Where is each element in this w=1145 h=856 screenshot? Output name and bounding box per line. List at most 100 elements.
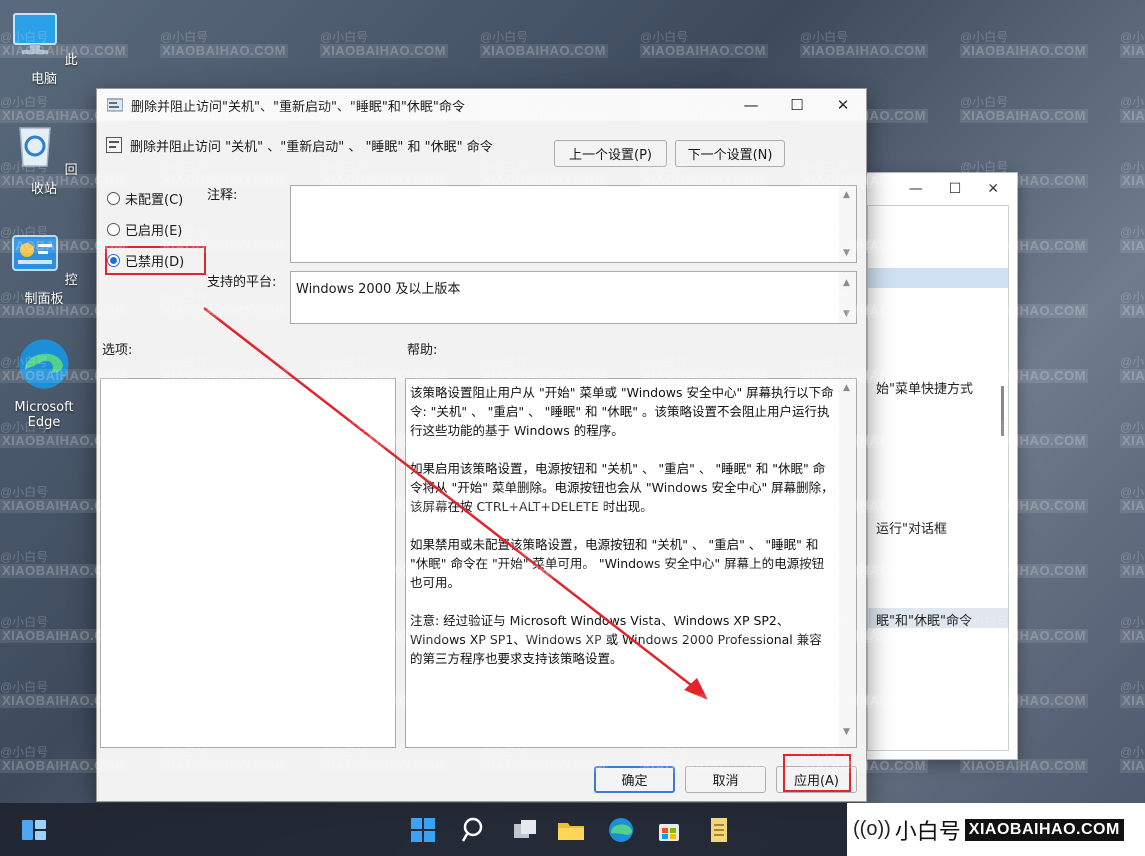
watermark-domain: XIAOBAIHAO.COM: [960, 758, 1088, 773]
scroll-down-icon[interactable]: ▼: [843, 727, 850, 737]
radio-enabled[interactable]: 已启用(E): [107, 220, 182, 239]
scroll-up-icon[interactable]: ▲: [843, 278, 850, 288]
ok-button[interactable]: 确定: [594, 766, 675, 793]
widgets-icon[interactable]: [19, 815, 49, 845]
radio-not-configured[interactable]: 未配置(C): [107, 189, 183, 208]
watermark-domain: XIAOBAIHAO.COM: [1120, 174, 1145, 188]
watermark-domain: XIAOBAIHAO.COM: [960, 108, 1088, 123]
watermark-text: @小白号: [0, 745, 49, 759]
desktop-icon-control-panel[interactable]: 控制面板: [4, 230, 84, 307]
watermark-tile: @小白号XIAOBAIHAO.COM: [1120, 225, 1145, 253]
watermark-domain: XIAOBAIHAO.COM: [640, 43, 768, 58]
watermark-domain: XIAOBAIHAO.COM: [480, 43, 608, 58]
desktop-icon-recycle-bin[interactable]: 回收站: [4, 120, 84, 197]
edge-icon[interactable]: [606, 815, 636, 845]
close-icon[interactable]: ✕: [987, 181, 999, 197]
watermark-domain: XIAOBAIHAO.COM: [1120, 759, 1145, 773]
watermark-text: @小白号: [0, 550, 49, 564]
watermark-text: @小白号: [1120, 355, 1145, 369]
previous-setting-button[interactable]: 上一个设置(P): [554, 140, 667, 167]
cancel-button[interactable]: 取消: [685, 766, 766, 793]
dialog-titlebar: 删除并阻止访问"关机"、"重新启动"、"睡眠"和"休眠"命令 — ☐ ✕: [97, 89, 866, 121]
search-icon[interactable]: [460, 815, 490, 845]
close-button[interactable]: ✕: [820, 89, 866, 121]
watermark-text: @小白号: [0, 680, 49, 694]
watermark-domain: XIAOBAIHAO.COM: [1120, 239, 1145, 253]
scroll-down-icon[interactable]: ▼: [843, 248, 850, 258]
watermark-domain: XIAOBAIHAO.COM: [160, 43, 288, 58]
scrollbar[interactable]: [1001, 386, 1004, 436]
notepad-icon[interactable]: [704, 815, 734, 845]
watermark-text: @小白号: [1120, 225, 1145, 239]
scroll-down-icon[interactable]: ▼: [843, 309, 850, 319]
background-window[interactable]: — ☐ ✕ 始"菜单快捷方式 运行"对话框 眠"和"休眠"命令: [858, 172, 1018, 760]
watermark-tile: @小白号XIAOBAIHAO.COM: [800, 30, 928, 58]
help-label: 帮助:: [407, 343, 438, 358]
watermark-text: @小白号: [160, 30, 209, 44]
watermark-text: @小白号: [0, 95, 49, 109]
watermark-domain: XIAOBAIHAO.COM: [1120, 629, 1145, 643]
help-paragraph: 注意: 经过验证与 Microsoft Windows Vista、Window…: [410, 613, 822, 666]
radio-label: 已启用(E): [125, 224, 183, 239]
logo-name: 小白号: [894, 818, 961, 844]
watermark-tile: @小白号XIAOBAIHAO.COM: [1120, 550, 1145, 578]
comment-textarea[interactable]: ▲ ▼: [290, 185, 857, 263]
watermark-tile: @小白号XIAOBAIHAO.COM: [1120, 160, 1145, 188]
desktop-icon-edge[interactable]: Microsoft Edge: [4, 336, 84, 430]
scrollbar[interactable]: ▲ ▼: [839, 379, 856, 747]
watermark-domain: XIAOBAIHAO.COM: [1120, 369, 1145, 383]
desktop-icon-this-pc[interactable]: 此电脑: [4, 10, 84, 87]
list-item[interactable]: 始"菜单快捷方式: [876, 378, 973, 397]
file-explorer-icon[interactable]: [556, 815, 586, 845]
site-logo: ((o)) 小白号 XIAOBAIHAO.COM: [847, 803, 1145, 856]
watermark-text: @小白号: [1120, 420, 1145, 434]
watermark-text: @小白号: [1120, 160, 1145, 174]
minimize-button[interactable]: —: [728, 89, 774, 121]
edge-icon: [19, 339, 69, 389]
watermark-text: @小白号: [0, 485, 49, 499]
policy-setting-icon: [106, 137, 122, 153]
scroll-up-icon[interactable]: ▲: [843, 383, 850, 393]
watermark-domain: XIAOBAIHAO.COM: [1120, 304, 1145, 318]
help-paragraph: 如果禁用或未配置该策略设置，电源按钮和 "关机" 、 "重启" 、 "睡眠" 和…: [410, 537, 825, 590]
platform-label: 支持的平台:: [207, 275, 277, 290]
watermark-tile: @小白号XIAOBAIHAO.COM: [160, 30, 288, 58]
watermark-text: @小白号: [960, 95, 1009, 109]
highlight-box-disabled: [105, 246, 206, 275]
watermark-domain: XIAOBAIHAO.COM: [320, 43, 448, 58]
watermark-domain: XIAOBAIHAO.COM: [1120, 499, 1145, 513]
list-item[interactable]: 运行"对话框: [876, 518, 947, 537]
store-icon[interactable]: [654, 815, 684, 845]
start-icon[interactable]: [408, 815, 438, 845]
scrollbar[interactable]: ▲ ▼: [839, 272, 856, 323]
watermark-tile: @小白号XIAOBAIHAO.COM: [640, 30, 768, 58]
desktop-icon-label: Microsoft Edge: [14, 400, 74, 430]
list-item-highlight: [868, 268, 1008, 288]
watermark-text: @小白号: [1120, 30, 1145, 44]
maximize-icon[interactable]: ☐: [949, 181, 962, 197]
maximize-button[interactable]: ☐: [774, 89, 820, 121]
list-item[interactable]: 眠"和"休眠"命令: [876, 610, 972, 629]
watermark-text: @小白号: [1120, 745, 1145, 759]
options-label: 选项:: [102, 343, 133, 358]
watermark-tile: @小白号XIAOBAIHAO.COM: [1120, 30, 1145, 58]
signal-icon: ((o)): [853, 818, 891, 840]
policy-dialog: 删除并阻止访问"关机"、"重新启动"、"睡眠"和"休眠"命令 — ☐ ✕ 删除并…: [96, 88, 867, 802]
watermark-text: @小白号: [1120, 95, 1145, 109]
scroll-up-icon[interactable]: ▲: [843, 190, 850, 200]
policy-header: 删除并阻止访问 "关机" 、"重新启动" 、 "睡眠" 和 "休眠" 命令 上一…: [97, 129, 866, 169]
watermark-domain: XIAOBAIHAO.COM: [1120, 434, 1145, 448]
minimize-icon[interactable]: —: [909, 181, 923, 197]
policy-title: 删除并阻止访问 "关机" 、"重新启动" 、 "睡眠" 和 "休眠" 命令: [130, 140, 493, 155]
policy-icon: [107, 98, 123, 112]
computer-icon: [13, 13, 58, 54]
watermark-tile: @小白号XIAOBAIHAO.COM: [1120, 615, 1145, 643]
watermark-tile: @小白号XIAOBAIHAO.COM: [1120, 420, 1145, 448]
watermark-text: @小白号: [640, 30, 689, 44]
watermark-text: @小白号: [1120, 290, 1145, 304]
next-setting-button[interactable]: 下一个设置(N): [675, 140, 785, 167]
scrollbar[interactable]: ▲ ▼: [839, 186, 856, 262]
task-view-icon[interactable]: [510, 815, 540, 845]
watermark-tile: @小白号XIAOBAIHAO.COM: [960, 95, 1088, 123]
radio-icon: [107, 223, 120, 236]
